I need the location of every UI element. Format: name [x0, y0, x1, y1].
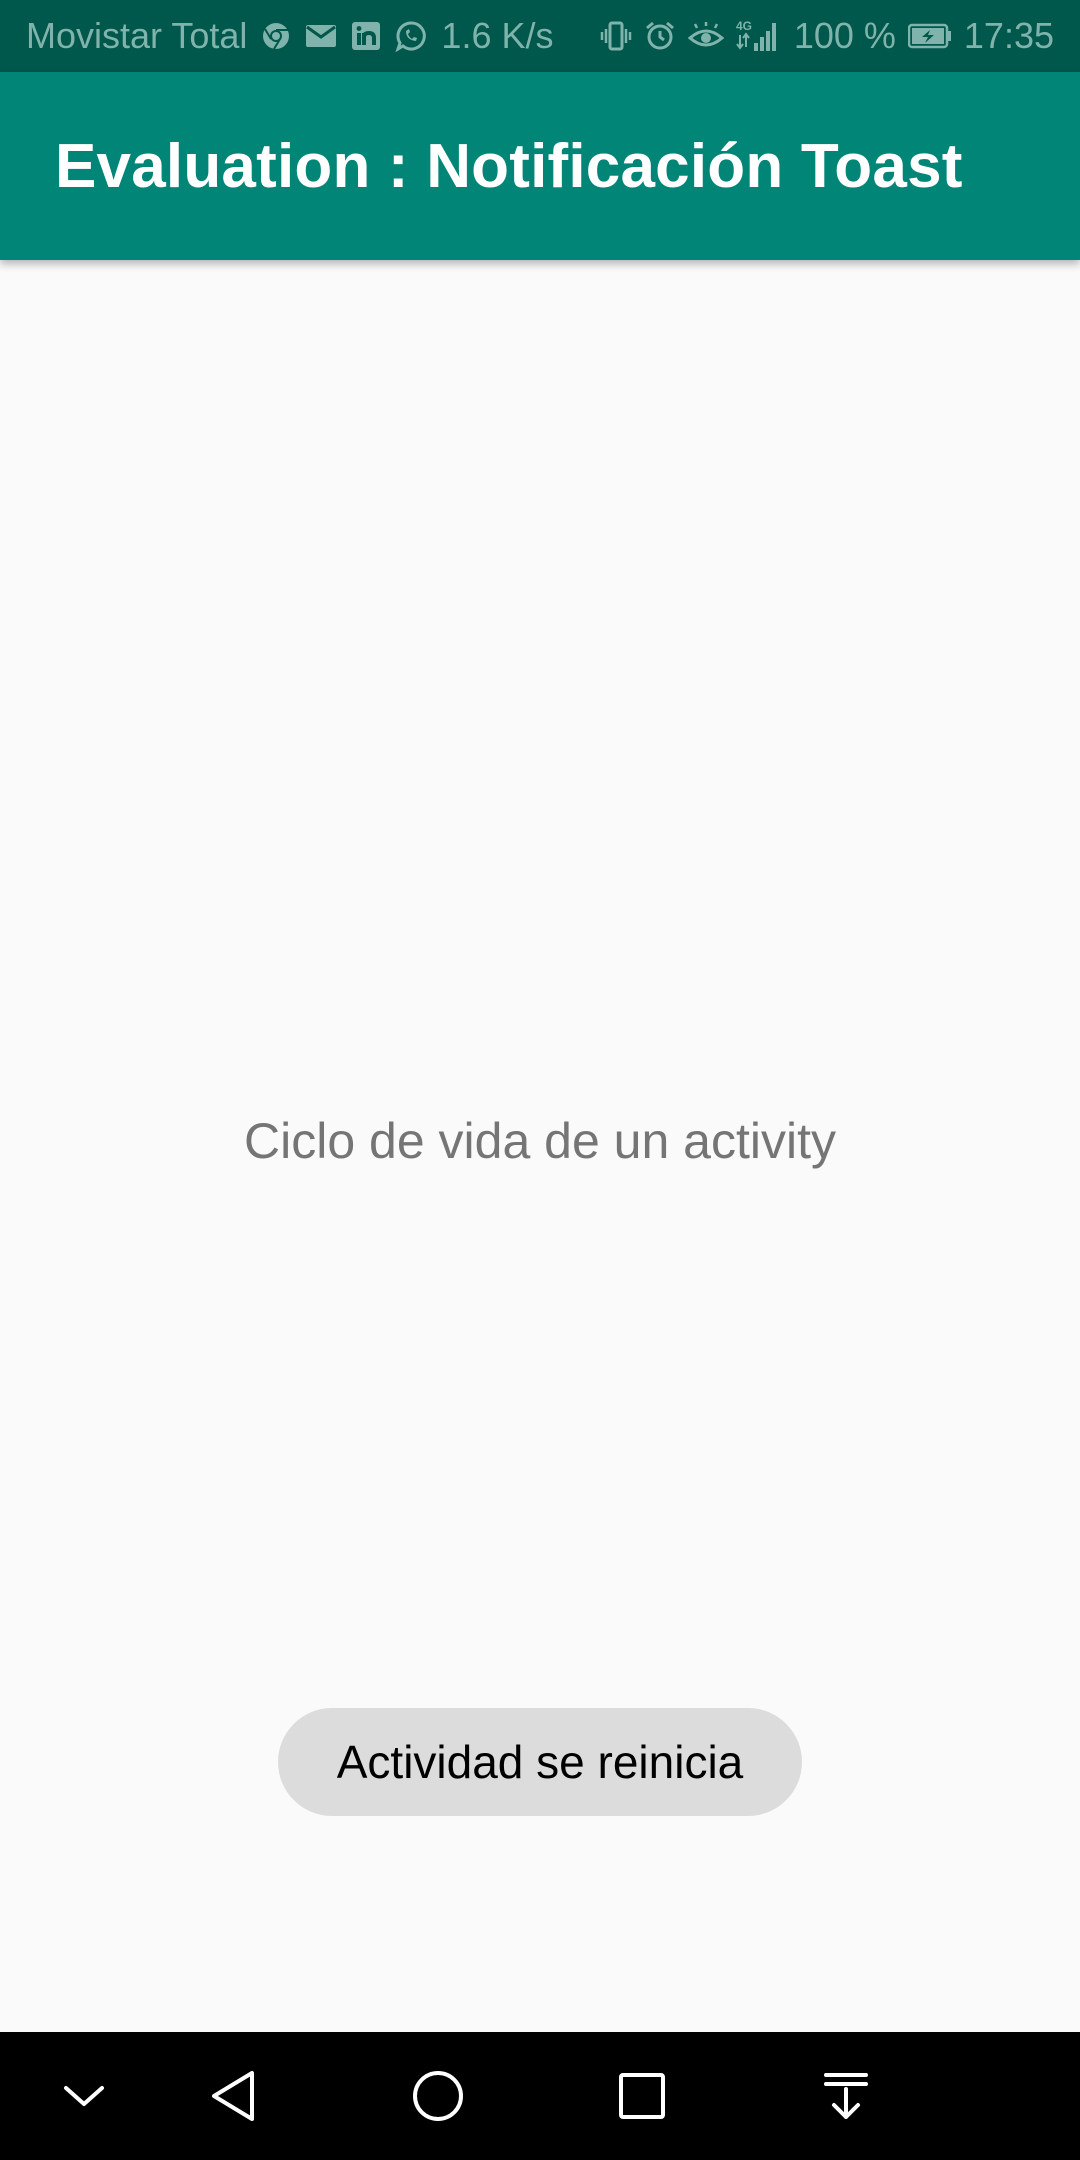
back-icon — [208, 2069, 258, 2123]
recents-button[interactable] — [582, 2032, 702, 2160]
recents-icon — [617, 2071, 667, 2121]
notification-pull-icon — [823, 2071, 869, 2121]
hide-nav-button[interactable] — [24, 2032, 144, 2160]
battery-charging-icon — [907, 23, 952, 49]
status-bar-right: 4G 100 % 17:35 — [600, 15, 1054, 57]
toast-notification: Actividad se reinicia — [278, 1708, 802, 1816]
svg-text:4G: 4G — [736, 19, 752, 33]
main-content: Ciclo de vida de un activity Actividad s… — [0, 260, 1080, 2032]
clock: 17:35 — [963, 15, 1054, 56]
home-icon — [411, 2069, 465, 2123]
app-title: Evaluation : Notificación Toast — [55, 131, 963, 201]
back-button[interactable] — [173, 2032, 293, 2160]
hide-nav-icon — [62, 2082, 106, 2110]
carrier-name: Movistar Total — [26, 15, 248, 56]
signal-icon: 4G — [736, 19, 782, 53]
mail-icon — [305, 23, 337, 49]
linkedin-icon — [351, 21, 381, 51]
battery-percent: 100 % — [793, 15, 896, 56]
chrome-icon — [261, 21, 291, 51]
status-bar-left: Movistar Total 1.6 K/s — [26, 15, 553, 57]
eye-comfort-icon — [687, 22, 724, 50]
notification-pull-button[interactable] — [786, 2032, 906, 2160]
navigation-bar — [0, 2032, 1080, 2160]
toast-message: Actividad se reinicia — [336, 1736, 744, 1788]
status-bar: Movistar Total 1.6 K/s 4G 100 % 17:35 — [0, 0, 1080, 72]
alarm-icon — [644, 20, 676, 52]
home-button[interactable] — [378, 2032, 498, 2160]
activity-label: Ciclo de vida de un activity — [244, 1113, 836, 1169]
whatsapp-icon — [395, 20, 427, 52]
vibrate-icon — [600, 20, 632, 52]
network-speed: 1.6 K/s — [441, 15, 554, 56]
app-bar: Evaluation : Notificación Toast — [0, 72, 1080, 260]
